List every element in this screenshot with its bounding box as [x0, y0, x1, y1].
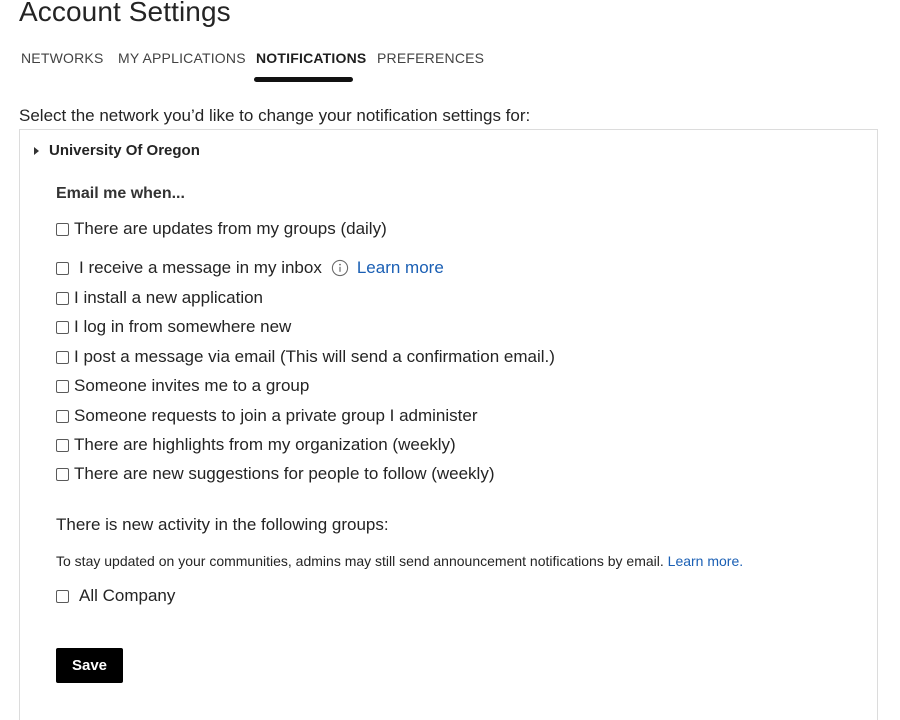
tab-notifications[interactable]: NOTIFICATIONS [256, 48, 366, 68]
option-group-updates: There are updates from my groups (daily) [56, 218, 387, 240]
groups-learn-more-link[interactable]: Learn more. [668, 553, 743, 569]
option-label: There are new suggestions for people to … [74, 464, 495, 483]
checkbox-group-updates[interactable] [56, 222, 69, 236]
option-label: There are highlights from my organizatio… [74, 435, 456, 454]
option-inbox-message: I receive a message in my inbox Learn mo… [56, 257, 444, 279]
option-group-invite: Someone invites me to a group [56, 375, 309, 397]
option-group-all-company: All Company [56, 585, 175, 607]
email-section-heading: Email me when... [56, 185, 185, 202]
tab-preferences[interactable]: PREFERENCES [377, 48, 484, 68]
option-label: I receive a message in my inbox [79, 258, 322, 277]
network-name: University Of Oregon [49, 141, 200, 159]
option-new-login: I log in from somewhere new [56, 316, 291, 338]
checkbox-all-company[interactable] [56, 589, 69, 603]
checkbox-org-highlights[interactable] [56, 438, 69, 452]
checkbox-join-request[interactable] [56, 409, 69, 423]
option-org-highlights: There are highlights from my organizatio… [56, 434, 456, 456]
learn-more-link[interactable]: Learn more [357, 258, 444, 278]
active-tab-indicator [254, 77, 353, 82]
network-instruction: Select the network you’d like to change … [19, 106, 531, 125]
groups-note: To stay updated on your communities, adm… [56, 553, 743, 569]
option-follow-suggestions: There are new suggestions for people to … [56, 463, 495, 485]
groups-section-heading: There is new activity in the following g… [56, 515, 389, 534]
settings-tabs: NETWORKS MY APPLICATIONS NOTIFICATIONS P… [0, 48, 900, 84]
option-post-via-email: I post a message via email (This will se… [56, 346, 555, 368]
checkbox-inbox-message[interactable] [56, 261, 69, 275]
option-label: I log in from somewhere new [74, 317, 292, 336]
tab-my-applications[interactable]: MY APPLICATIONS [118, 48, 246, 68]
checkbox-group-invite[interactable] [56, 379, 69, 393]
group-label: All Company [79, 586, 176, 605]
caret-right-icon [34, 146, 39, 155]
network-expander[interactable]: University Of Oregon [34, 140, 200, 160]
groups-note-text: To stay updated on your communities, adm… [56, 553, 664, 569]
option-label: Someone invites me to a group [74, 376, 310, 395]
info-icon[interactable] [331, 259, 349, 277]
option-join-request: Someone requests to join a private group… [56, 405, 478, 427]
page-title: Account Settings [19, 0, 231, 27]
tab-networks[interactable]: NETWORKS [21, 48, 104, 68]
option-label: Someone requests to join a private group… [74, 406, 478, 425]
checkbox-install-application[interactable] [56, 291, 69, 305]
checkbox-new-login[interactable] [56, 320, 69, 334]
checkbox-follow-suggestions[interactable] [56, 467, 69, 481]
checkbox-post-via-email[interactable] [56, 350, 69, 364]
save-button[interactable]: Save [56, 648, 123, 683]
option-label: I post a message via email (This will se… [74, 347, 555, 366]
option-label: There are updates from my groups (daily) [74, 219, 387, 238]
option-label: I install a new application [74, 288, 264, 307]
option-install-application: I install a new application [56, 287, 263, 309]
